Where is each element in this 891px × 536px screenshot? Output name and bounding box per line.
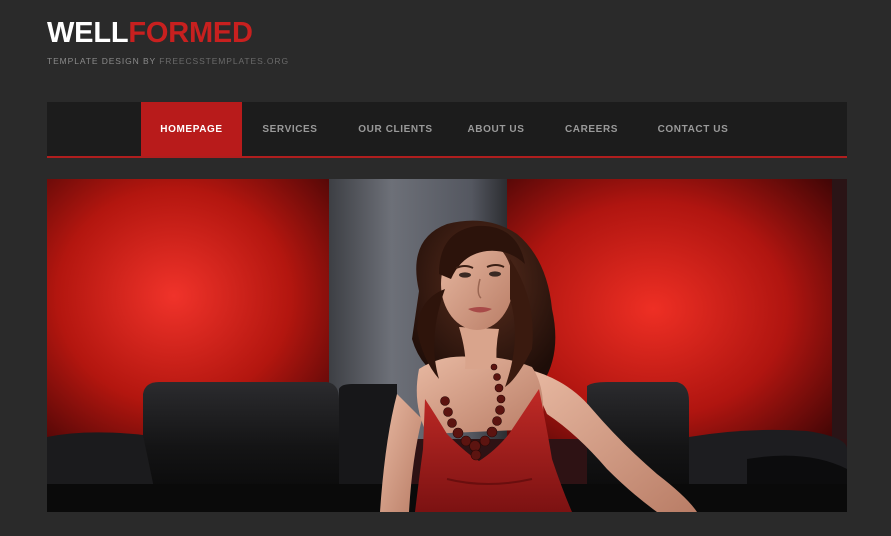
tagline-link[interactable]: FREECSSTEMPLATES.ORG (159, 56, 289, 66)
tagline: TEMPLATE DESIGN BY FREECSSTEMPLATES.ORG (47, 56, 289, 66)
nav-item-services[interactable]: SERVICES (242, 102, 338, 156)
nav-item-contact-us[interactable]: CONTACT US (644, 102, 742, 156)
tagline-prefix: TEMPLATE DESIGN BY (47, 56, 160, 66)
main-navigation: HOMEPAGE SERVICES OUR CLIENTS ABOUT US C… (47, 102, 847, 158)
nav-item-our-clients[interactable]: OUR CLIENTS (338, 102, 453, 156)
nav-item-about-us[interactable]: ABOUT US (453, 102, 539, 156)
nav-menu: HOMEPAGE SERVICES OUR CLIENTS ABOUT US C… (141, 102, 742, 156)
nav-item-careers[interactable]: CAREERS (539, 102, 644, 156)
nav-item-homepage[interactable]: HOMEPAGE (141, 102, 242, 156)
site-logo[interactable]: WELLFORMED (47, 16, 253, 50)
hero-banner-image (47, 179, 847, 512)
logo-text-primary: WELL (47, 17, 129, 49)
logo-text-accent: FORMED (128, 17, 253, 49)
